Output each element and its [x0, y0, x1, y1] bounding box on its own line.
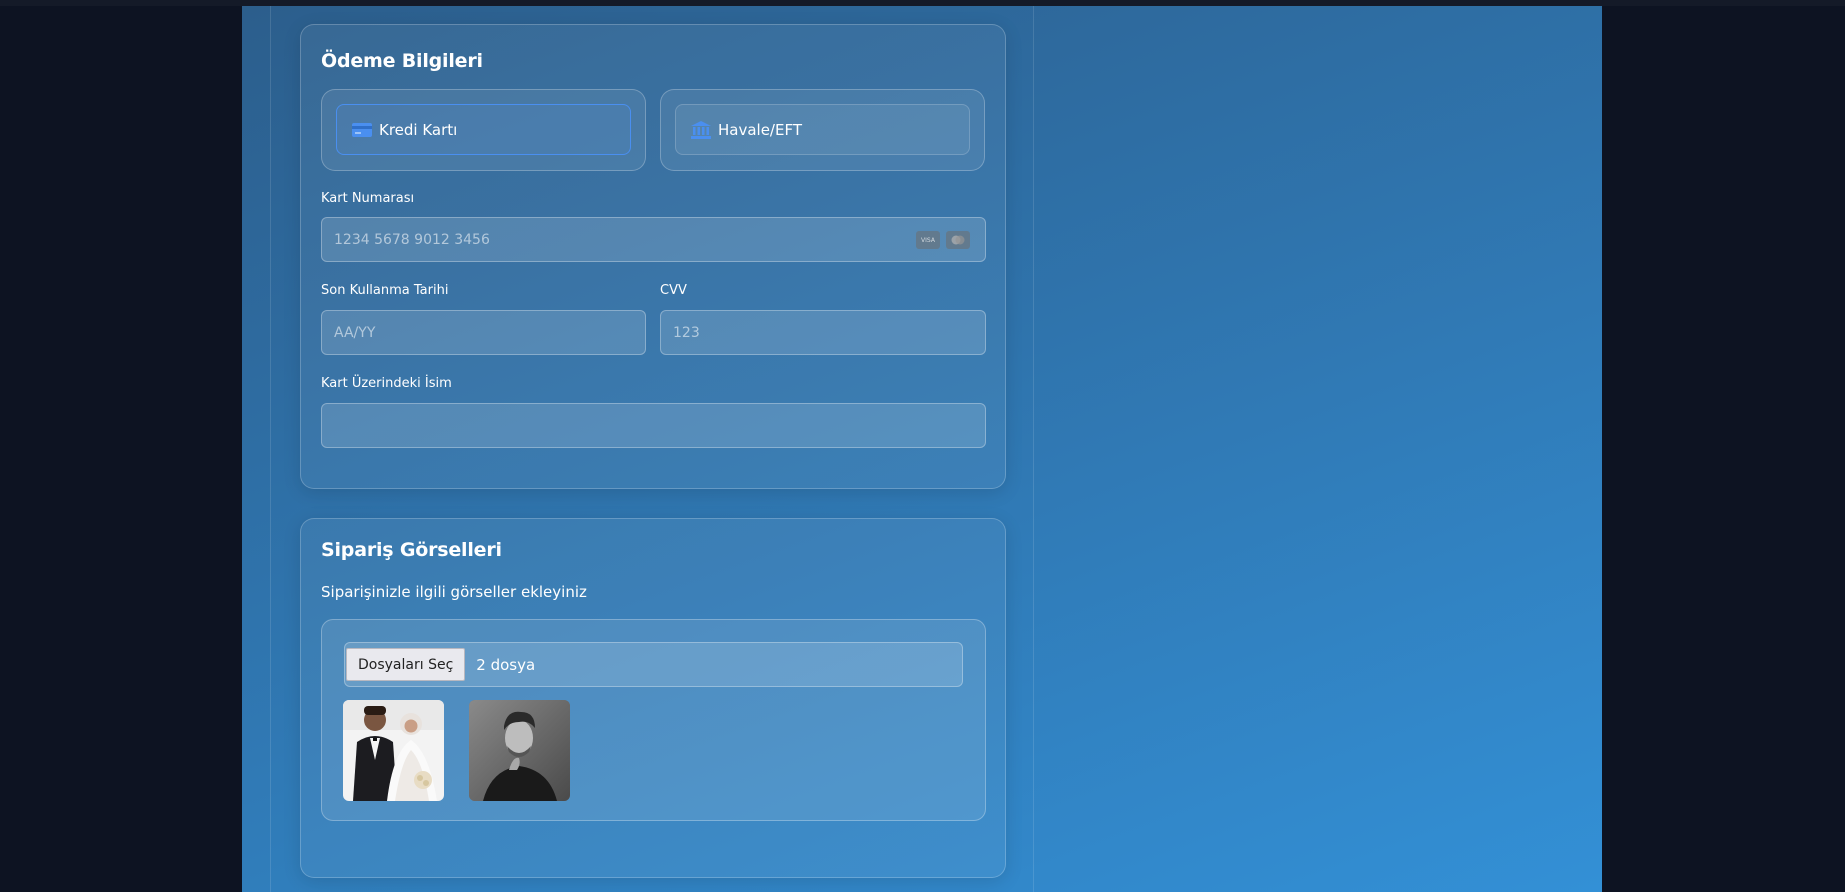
- form-column: Ödeme Bilgileri Kredi Kartı Havale/EFT K…: [270, 6, 1034, 892]
- mastercard-icon: [946, 231, 970, 249]
- payment-title: Ödeme Bilgileri: [321, 50, 483, 72]
- app-container: Ödeme Bilgileri Kredi Kartı Havale/EFT K…: [242, 6, 1602, 892]
- credit-card-icon: [351, 120, 373, 140]
- payment-method-bank-transfer-inner[interactable]: Havale/EFT: [675, 104, 970, 155]
- file-count-label: 2 dosya: [476, 655, 536, 674]
- order-images-section: Sipariş Görselleri Siparişinizle ilgili …: [300, 518, 1006, 878]
- payment-section: Ödeme Bilgileri Kredi Kartı Havale/EFT K…: [300, 24, 1006, 489]
- payment-method-bank-transfer[interactable]: Havale/EFT: [660, 89, 985, 171]
- payment-method-label: Havale/EFT: [718, 120, 802, 139]
- image-thumbnail-wedding[interactable]: [343, 700, 444, 801]
- order-images-title: Sipariş Görselleri: [321, 539, 502, 561]
- expiry-input[interactable]: [321, 310, 646, 355]
- name-on-card-label: Kart Üzerindeki İsim: [321, 376, 452, 391]
- card-number-label: Kart Numarası: [321, 191, 415, 206]
- payment-method-credit-card[interactable]: Kredi Kartı: [321, 89, 646, 171]
- card-number-input[interactable]: [321, 217, 986, 262]
- cvv-label: CVV: [660, 283, 687, 298]
- file-input[interactable]: Dosyaları Seç 2 dosya: [344, 642, 963, 687]
- payment-method-credit-card-inner[interactable]: Kredi Kartı: [336, 104, 631, 155]
- name-on-card-input[interactable]: [321, 403, 986, 448]
- expiry-label: Son Kullanma Tarihi: [321, 283, 449, 298]
- bank-icon: [690, 120, 712, 140]
- choose-files-button[interactable]: Dosyaları Seç: [346, 648, 466, 681]
- cvv-input[interactable]: [660, 310, 986, 355]
- upload-area: Dosyaları Seç 2 dosya: [321, 619, 986, 821]
- visa-icon: VISA: [916, 231, 940, 249]
- card-brand-icons: VISA: [916, 231, 970, 249]
- payment-method-label: Kredi Kartı: [379, 120, 458, 139]
- order-images-subtitle: Siparişinizle ilgili görseller ekleyiniz: [321, 583, 587, 601]
- image-thumbnail-portrait[interactable]: [469, 700, 570, 801]
